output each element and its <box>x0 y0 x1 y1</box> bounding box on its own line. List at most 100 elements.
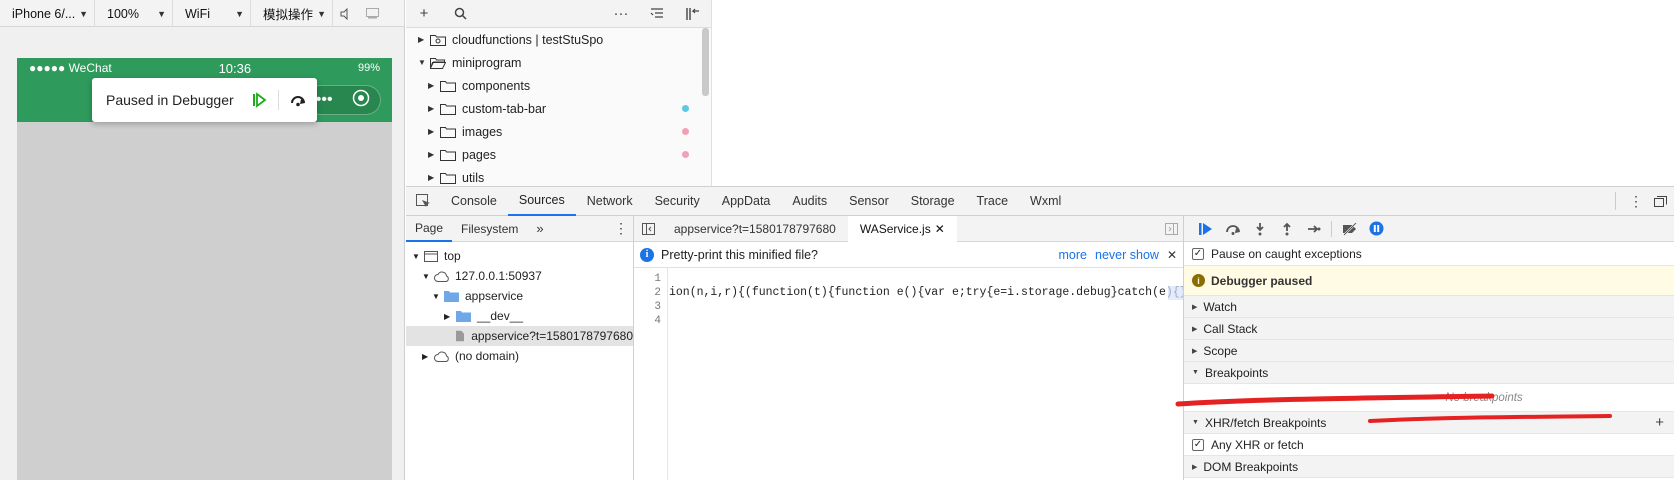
kebab-menu-icon[interactable]: ⋮ <box>609 220 633 237</box>
pause-caught-row[interactable]: ✓ Pause on caught exceptions <box>1184 242 1674 266</box>
split-icon[interactable] <box>675 7 711 21</box>
inspect-icon[interactable] <box>406 193 440 209</box>
tree-node-label: (no domain) <box>455 349 520 363</box>
tree-node-dev[interactable]: ▶ __dev__ <box>406 306 633 326</box>
expand-arrow-icon[interactable]: ▶ <box>418 35 430 44</box>
line-number[interactable]: 3 <box>634 300 661 314</box>
step-into-icon[interactable] <box>1246 217 1273 241</box>
kebab-menu-icon[interactable]: ⋮ <box>1626 193 1646 210</box>
cloud-icon <box>434 351 449 362</box>
search-icon[interactable] <box>442 7 478 20</box>
tree-item-cloudfunctions[interactable]: ▶ cloudfunctions | testStuSpo <box>406 28 711 51</box>
filetree-scrollbar[interactable] <box>702 28 709 96</box>
line-number[interactable]: 4 <box>634 314 661 328</box>
code-line[interactable]: ion(n,i,r){(function(t){function e(){var… <box>669 286 1200 300</box>
code-editor: appservice?t=1580178797680 WAService.js … <box>634 215 1200 480</box>
tree-item-miniprogram[interactable]: ▼ miniprogram <box>406 51 711 74</box>
expand-arrow-icon[interactable]: ▶ <box>428 127 440 136</box>
zoom-select[interactable]: 100% ▼ <box>95 0 173 27</box>
tree-item-label: miniprogram <box>452 55 522 70</box>
expand-arrow-icon[interactable]: ▶ <box>428 173 440 182</box>
tab-network[interactable]: Network <box>576 187 644 216</box>
expand-arrow-icon[interactable]: ▶ <box>428 81 440 90</box>
section-label: Breakpoints <box>1204 365 1269 380</box>
section-breakpoints[interactable]: ▼ Breakpoints <box>1184 362 1674 384</box>
never-show-link[interactable]: never show <box>1095 248 1159 262</box>
tree-node-nodomain[interactable]: ▶ (no domain) <box>406 346 633 366</box>
tab-security[interactable]: Security <box>644 187 711 216</box>
section-callstack[interactable]: ▶ Call Stack <box>1184 318 1674 340</box>
toggle-debugger-icon[interactable] <box>1159 222 1183 235</box>
tab-trace[interactable]: Trace <box>966 187 1020 216</box>
tree-node-file[interactable]: appservice?t=1580178797680 <box>406 326 633 346</box>
tab-audits[interactable]: Audits <box>781 187 838 216</box>
main-editor-area[interactable] <box>711 0 1674 186</box>
pretty-print-bar: i Pretty-print this minified file? more … <box>634 242 1183 268</box>
step-over-icon[interactable] <box>1219 217 1246 241</box>
add-icon[interactable]: + <box>406 5 442 22</box>
tab-wxml[interactable]: Wxml <box>1019 187 1072 216</box>
chevron-down-icon: ▼ <box>79 8 88 19</box>
add-icon[interactable]: + <box>1655 414 1664 431</box>
section-dom-breakpoints[interactable]: ▶ DOM Breakpoints <box>1184 456 1674 478</box>
mute-icon[interactable] <box>333 0 359 27</box>
tab-page[interactable]: Page <box>406 216 453 242</box>
step-out-icon[interactable] <box>1273 217 1300 241</box>
tree-node-top[interactable]: ▼ top <box>406 246 633 266</box>
tree-item-components[interactable]: ▶ components <box>406 74 711 97</box>
close-icon[interactable]: ✕ <box>1167 248 1177 262</box>
network-select[interactable]: WiFi ▼ <box>173 0 251 27</box>
step-icon[interactable] <box>1300 217 1327 241</box>
step-over-icon[interactable] <box>285 87 311 113</box>
tree-item-images[interactable]: ▶ images <box>406 120 711 143</box>
section-watch[interactable]: ▶ Watch <box>1184 296 1674 318</box>
tree-item-pages[interactable]: ▶ pages <box>406 143 711 166</box>
section-scope[interactable]: ▶ Scope <box>1184 340 1674 362</box>
line-number[interactable]: 1 <box>634 272 661 286</box>
expand-arrow-icon[interactable]: ▶ <box>428 104 440 113</box>
tree-node-appservice[interactable]: ▼ appservice <box>406 286 633 306</box>
resume-icon[interactable] <box>1192 217 1219 241</box>
any-xhr-row[interactable]: ✓ Any XHR or fetch <box>1184 434 1674 456</box>
tab-appdata[interactable]: AppData <box>711 187 782 216</box>
more-tabs-icon[interactable]: » <box>527 216 552 242</box>
line-number[interactable]: 2 <box>634 286 661 300</box>
toggle-navigator-icon[interactable] <box>634 222 662 235</box>
collapse-icon[interactable] <box>639 8 675 19</box>
deactivate-breakpoints-icon[interactable] <box>1336 217 1363 241</box>
window-icon[interactable] <box>359 0 385 27</box>
undock-icon[interactable] <box>1646 195 1674 207</box>
tree-item-utils[interactable]: ▶ utils <box>406 166 711 186</box>
tree-item-custom-tab-bar[interactable]: ▶ custom-tab-bar <box>406 97 711 120</box>
collapse-arrow-icon[interactable]: ▼ <box>422 272 434 281</box>
more-link[interactable]: more <box>1059 248 1087 262</box>
tab-console[interactable]: Console <box>440 187 508 216</box>
expand-arrow-icon[interactable]: ▶ <box>422 352 434 361</box>
tree-node-host[interactable]: ▼ 127.0.0.1:50937 <box>406 266 633 286</box>
expand-arrow-icon[interactable]: ▶ <box>428 150 440 159</box>
close-icon[interactable]: ✕ <box>935 222 945 236</box>
paused-overlay: Paused in Debugger <box>92 78 317 122</box>
expand-arrow-icon[interactable]: ▶ <box>444 312 456 321</box>
ops-select[interactable]: 模拟操作 ▼ <box>251 0 333 27</box>
checkbox-checked-icon[interactable]: ✓ <box>1192 438 1204 451</box>
device-select[interactable]: iPhone 6/... ▼ <box>0 0 95 27</box>
tab-appservice[interactable]: appservice?t=1580178797680 <box>662 216 848 242</box>
tab-sources[interactable]: Sources <box>507 187 576 216</box>
more-dots-icon[interactable]: ••• <box>316 91 333 109</box>
collapse-arrow-icon[interactable]: ▼ <box>432 292 444 301</box>
checkbox-checked-icon[interactable]: ✓ <box>1192 247 1204 260</box>
tab-waservice[interactable]: WAService.js ✕ <box>847 215 957 242</box>
code-text: ion(n,i,r){(function(t){function e(){var… <box>669 286 1201 299</box>
resume-icon[interactable] <box>246 87 272 113</box>
more-icon[interactable]: ··· <box>603 5 639 22</box>
collapse-arrow-icon[interactable]: ▼ <box>412 252 424 261</box>
navigator-tabs: Page Filesystem » ⋮ <box>406 216 633 242</box>
tab-sensor[interactable]: Sensor <box>838 187 900 216</box>
section-label: Scope <box>1203 343 1238 358</box>
tab-storage[interactable]: Storage <box>900 187 966 216</box>
pause-exceptions-icon[interactable] <box>1363 217 1390 241</box>
collapse-arrow-icon[interactable]: ▼ <box>418 58 430 67</box>
close-circle-icon[interactable] <box>352 89 370 112</box>
tab-filesystem[interactable]: Filesystem <box>452 216 527 242</box>
